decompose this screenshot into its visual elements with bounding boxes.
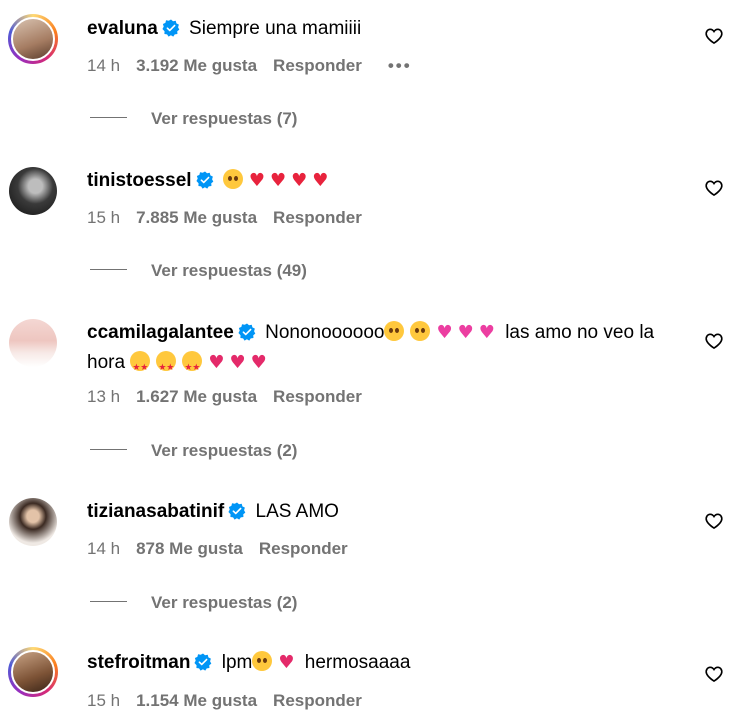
replies-divider (90, 269, 127, 270)
heart-outline-icon[interactable] (704, 664, 724, 684)
heart-outline-icon[interactable] (704, 511, 724, 531)
username[interactable]: stefroitman (87, 652, 190, 673)
username[interactable]: evaluna (87, 18, 158, 39)
username[interactable]: ccamilagalantee (87, 322, 234, 343)
comment-time[interactable]: 13 h (87, 387, 120, 406)
comment-text-continued: hermosaaaa (304, 652, 411, 673)
reply-button[interactable]: Responder (273, 208, 362, 227)
view-replies-button[interactable]: Ver respuestas (49) (90, 260, 307, 282)
pleading-face-emoji (384, 321, 405, 341)
reply-button[interactable]: Responder (273, 56, 362, 75)
likes-count[interactable]: 7.885 Me gusta (136, 208, 257, 227)
star-struck-emoji (156, 351, 177, 382)
reply-button[interactable]: Responder (273, 387, 362, 406)
comment-text: lpm (221, 652, 253, 673)
pleading-face-emoji (222, 169, 243, 189)
more-options-icon[interactable]: ••• (388, 56, 412, 75)
star-struck-emoji (130, 351, 151, 382)
replies-divider (90, 117, 127, 118)
heart-outline-icon[interactable] (704, 331, 724, 351)
comment-time[interactable]: 15 h (87, 208, 120, 227)
avatar[interactable] (8, 14, 58, 64)
avatar[interactable] (8, 647, 58, 697)
red-hearts-emoji: ♥♥♥♥ (248, 170, 334, 191)
heart-with-arrow-emoji: ♥ (278, 652, 300, 673)
likes-count[interactable]: 1.154 Me gusta (136, 691, 257, 710)
pink-hearts-emoji: ♥♥♥ (436, 322, 500, 343)
likes-count[interactable]: 878 Me gusta (136, 539, 243, 558)
username[interactable]: tinistoessel (87, 170, 192, 191)
pleading-face-emoji (410, 321, 431, 341)
verified-badge-icon (162, 19, 180, 37)
avatar[interactable] (8, 318, 58, 368)
comment-text: Siempre una mamiiii (189, 18, 362, 39)
avatar[interactable] (8, 497, 58, 547)
replies-divider (90, 449, 127, 450)
view-replies-button[interactable]: Ver respuestas (2) (90, 592, 297, 614)
heart-outline-icon[interactable] (704, 26, 724, 46)
view-replies-button[interactable]: Ver respuestas (7) (90, 108, 297, 130)
verified-badge-icon (238, 323, 256, 341)
verified-badge-icon (195, 171, 213, 189)
pleading-face-emoji (252, 651, 273, 671)
comment-text: Nononoooooo (265, 322, 385, 343)
comment-text: LAS AMO (255, 501, 339, 522)
sparkling-hearts-emoji: ♥♥♥ (208, 352, 272, 373)
replies-divider (90, 601, 127, 602)
reply-button[interactable]: Responder (273, 691, 362, 710)
likes-count[interactable]: 1.627 Me gusta (136, 387, 257, 406)
comment-time[interactable]: 14 h (87, 539, 120, 558)
comment-time[interactable]: 15 h (87, 691, 120, 710)
star-struck-emoji (182, 351, 203, 382)
reply-button[interactable]: Responder (259, 539, 348, 558)
username[interactable]: tizianasabatinif (87, 501, 224, 522)
view-replies-button[interactable]: Ver respuestas (2) (90, 440, 297, 462)
avatar[interactable] (8, 166, 58, 216)
heart-outline-icon[interactable] (704, 178, 724, 198)
verified-badge-icon (228, 502, 246, 520)
comment-time[interactable]: 14 h (87, 56, 120, 75)
likes-count[interactable]: 3.192 Me gusta (136, 56, 257, 75)
verified-badge-icon (194, 653, 212, 671)
